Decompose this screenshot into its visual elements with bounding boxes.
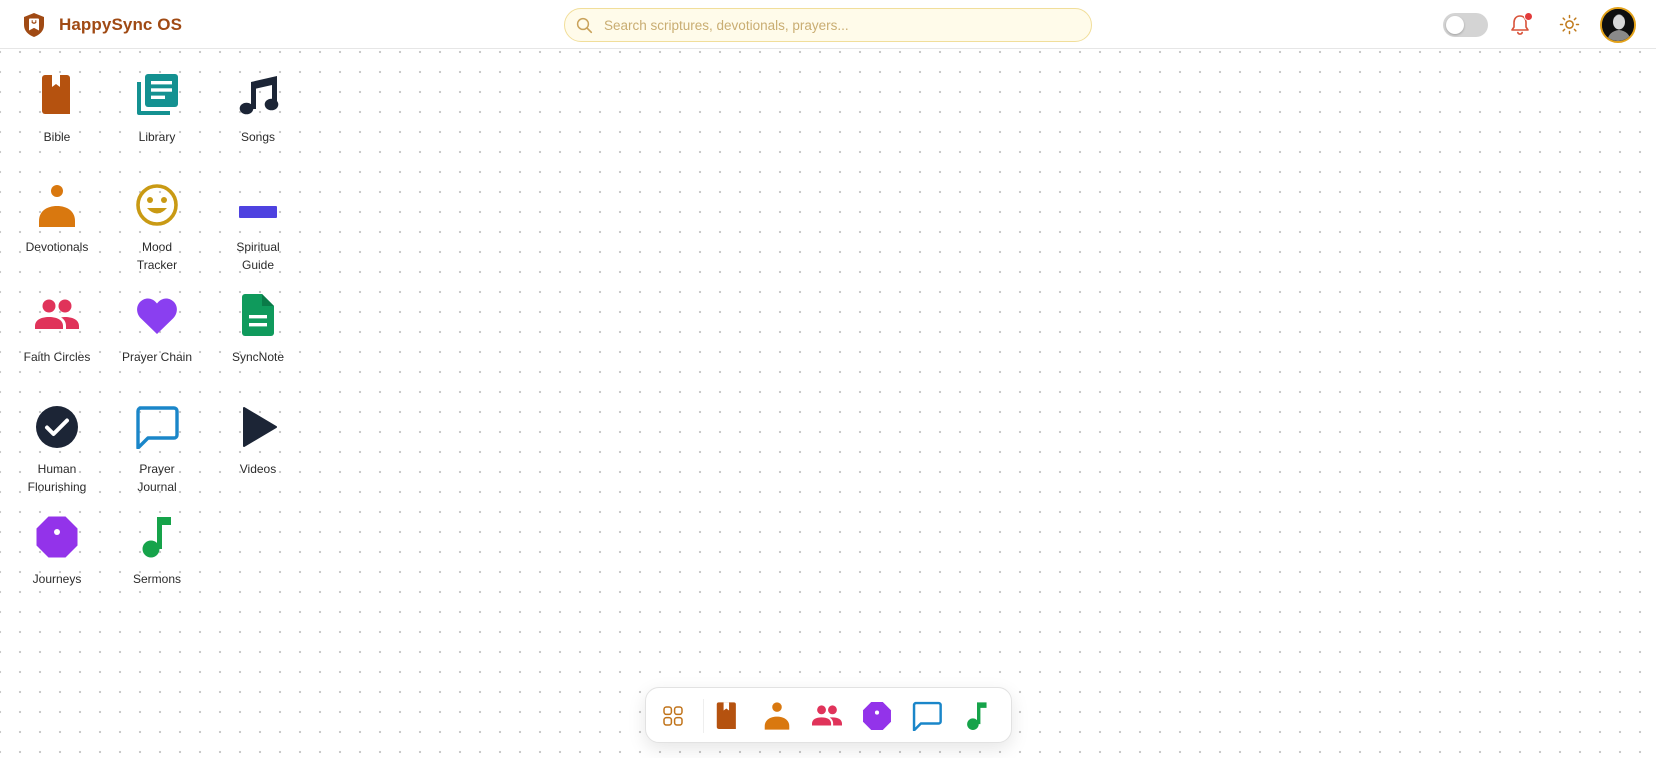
app-label: Sermons [132, 572, 182, 586]
theme-toggle[interactable] [1443, 13, 1488, 37]
search-input[interactable] [602, 16, 1086, 34]
person-icon [764, 702, 790, 730]
app-title: HappySync OS [59, 15, 183, 34]
notifications-button[interactable] [1509, 12, 1533, 37]
dock-apps-grid[interactable] [658, 701, 688, 731]
happysync-logo-icon [22, 12, 46, 38]
app-label: Library [138, 130, 176, 144]
app-label: SyncNote [231, 350, 285, 364]
app-label: Journeys [32, 572, 82, 586]
app-journeys[interactable]: Journeys [7, 515, 107, 588]
app-label: Prayer Journal [137, 462, 177, 494]
play-icon [243, 407, 277, 447]
app-mood-tracker[interactable]: Mood Tracker [107, 183, 207, 274]
user-avatar[interactable] [1600, 7, 1636, 43]
app-sermons[interactable]: Sermons [107, 515, 207, 588]
app-prayer-journal[interactable]: Prayer Journal [107, 405, 207, 496]
app-devotionals[interactable]: Devotionals [7, 183, 107, 256]
app-label: Mood Tracker [136, 240, 178, 272]
dock-divider [703, 699, 704, 733]
chat-bubble-icon [136, 406, 179, 449]
person-icon [39, 185, 75, 227]
sun-icon [1559, 14, 1580, 35]
dock-sermons[interactable] [962, 701, 992, 731]
dock-faith-circles[interactable] [812, 701, 842, 731]
people-icon [35, 299, 79, 329]
check-circle-icon [36, 406, 78, 448]
apps-grid-icon [663, 706, 683, 726]
heart-icon [137, 298, 177, 334]
single-note-icon [142, 517, 171, 558]
app-label: Bible [43, 130, 71, 144]
app-label: Videos [239, 462, 277, 476]
app-label: Faith Circles [23, 350, 91, 364]
app-label: Human Flourishing [27, 462, 87, 494]
document-icon [242, 294, 274, 336]
app-songs[interactable]: Songs [208, 73, 308, 146]
app-label: Songs [240, 130, 276, 144]
notification-badge [1524, 12, 1533, 21]
app-prayer-chain[interactable]: Prayer Chain [107, 293, 207, 366]
app-label: Prayer Chain [121, 350, 193, 364]
music-note-icon [239, 76, 279, 115]
app-syncnote[interactable]: SyncNote [208, 293, 308, 366]
app-label: Devotionals [25, 240, 89, 254]
profile-photo [1602, 9, 1634, 41]
app-human-flourishing[interactable]: Human Flourishing [7, 405, 107, 496]
minus-bar-icon [239, 206, 277, 218]
octagon-icon [863, 702, 891, 730]
search-icon [576, 17, 593, 34]
brightness-button[interactable] [1559, 14, 1580, 35]
people-icon [812, 705, 842, 726]
single-note-icon [967, 702, 987, 730]
book-icon [42, 75, 70, 114]
smiley-icon [136, 184, 178, 226]
app-videos[interactable]: Videos [208, 405, 308, 478]
dock-journeys[interactable] [862, 701, 892, 731]
brand[interactable]: HappySync OS [22, 12, 182, 38]
book-icon [716, 702, 736, 729]
library-icon [137, 74, 178, 115]
octagon-icon [36, 516, 78, 558]
search-bar[interactable] [564, 8, 1092, 42]
dock [645, 687, 1012, 743]
dock-bible[interactable] [712, 701, 742, 731]
dock-prayer-journal[interactable] [912, 701, 942, 732]
app-spiritual-guide[interactable]: Spiritual Guide [208, 183, 308, 274]
top-bar: HappySync OS [0, 0, 1656, 49]
app-label: Spiritual Guide [236, 240, 280, 272]
app-faith-circles[interactable]: Faith Circles [7, 293, 107, 366]
toggle-knob [1446, 16, 1464, 34]
dock-devotionals[interactable] [762, 701, 792, 731]
chat-bubble-icon [912, 701, 942, 732]
app-bible[interactable]: Bible [7, 73, 107, 146]
app-library[interactable]: Library [107, 73, 207, 146]
